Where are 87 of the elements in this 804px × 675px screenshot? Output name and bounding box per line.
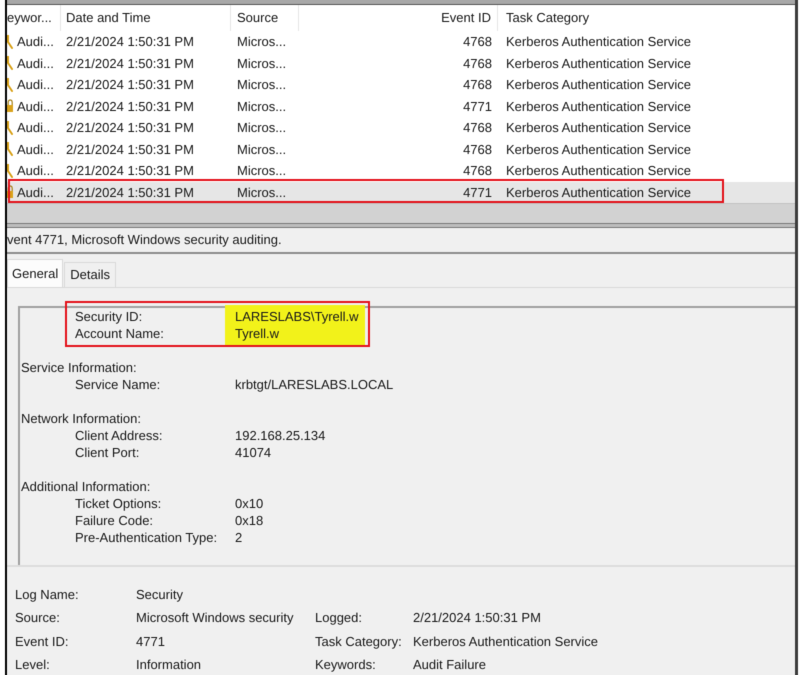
property-label: Event ID: [15,634,70,650]
key-icon [7,56,13,70]
tab[interactable]: Details [64,262,116,287]
property-value: Kerberos Authentication Service [413,634,599,650]
padlock-icon [7,99,13,114]
table-cell-text: 2/21/2024 1:50:31 PM [65,76,195,94]
event-title: vent 4771, Microsoft Windows security auditing. [7,231,282,250]
table-cell-text: Audi... [17,162,54,180]
field-label: Security ID: [75,308,144,325]
table-cell-text: Kerberos Authentication Service [505,98,692,116]
table-cell-text: Micros... [236,98,288,116]
table-cell-text: Kerberos Authentication Service [505,54,692,72]
table-cell-text: Kerberos Authentication Service [505,162,692,180]
property-value: Security [136,586,184,603]
table-cell-text: 2/21/2024 1:50:31 PM [65,33,195,51]
key-icon [7,78,13,92]
property-label: Keywords: [315,657,377,674]
property-value: Audit Failure [413,657,487,674]
field-value: 2 [234,529,244,546]
table-cell-text: 4768 [462,54,493,72]
table-cell-text: Audi... [17,140,54,158]
table-cell-text: Kerberos Authentication Service [505,76,692,94]
field-value: 41074 [234,444,272,461]
table-cell-text: Audi... [17,54,54,72]
property-value: Information [136,657,202,674]
key-icon [7,120,13,135]
property-label: Logged: [315,610,363,626]
property-label: Source: [15,610,61,626]
table-cell-text: 2/21/2024 1:50:31 PM [65,54,195,72]
property-value: 4771 [136,634,166,650]
table-cell-text: 4768 [462,140,493,158]
field-label: Service Name: [75,376,162,393]
field-value: LARESLABS\Tyrell.w [225,305,365,325]
key-icon [7,34,13,49]
table-row[interactable]: Audi... 2/21/2024 1:50:31 PM Micros... 4771 Kerberos Authentication Service [7,182,795,203]
property-value: Microsoft Windows security [136,610,294,626]
tab[interactable]: General [7,259,64,287]
table-cell-text: 4771 [462,184,493,202]
field-label: Failure Code: [75,512,154,529]
table-cell-text: 4768 [462,76,493,94]
field-value: krbtgt/LARESLABS.LOCAL [234,376,394,393]
property-value: 2/21/2024 1:50:31 PM [413,610,542,626]
table-cell-text: Micros... [236,162,288,180]
section-heading: Additional Information: [20,478,152,495]
table-cell-text: Audi... [17,98,54,116]
property-label: Level: [15,657,51,674]
table-cell-text: Audi... [17,184,54,202]
table-cell-text: Micros... [236,184,288,202]
table-cell-text: Audi... [17,119,54,137]
field-value: Tyrell.w [225,325,365,345]
table-cell-text: 4768 [462,119,493,137]
table-cell-text: Kerberos Authentication Service [505,33,692,51]
table-cell-text: 2/21/2024 1:50:31 PM [65,184,195,202]
padlock-icon [7,185,13,200]
table-cell-text: Audi... [17,76,54,94]
field-value: 192.168.25.134 [234,427,326,444]
field-label: Account Name: [75,325,165,342]
table-cell-text: Micros... [236,76,288,94]
table-cell-text: 2/21/2024 1:50:31 PM [65,162,195,180]
table-cell-text: 2/21/2024 1:50:31 PM [65,119,195,137]
section-heading: Network Information: [20,410,142,427]
table-cell-text: 4768 [462,162,493,180]
table-cell-text: 4771 [462,98,493,116]
table-cell-text: Micros... [236,140,288,158]
field-value: 0x18 [234,512,264,529]
section-heading: Service Information: [20,359,138,376]
table-cell-text: Micros... [236,33,288,51]
field-label: Ticket Options: [75,495,162,512]
table-cell-text: Kerberos Authentication Service [505,140,692,158]
scrollbar-track[interactable] [7,203,795,223]
key-icon [7,164,13,178]
field-label: Client Port: [75,444,140,461]
field-value: 0x10 [234,495,264,512]
key-icon [7,142,13,156]
column-header[interactable]: Task Category [498,5,795,31]
table-cell-text: 4768 [462,33,493,51]
field-label: Pre-Authentication Type: [75,529,218,546]
table-cell-text: Kerberos Authentication Service [505,184,692,202]
field-label: Client Address: [75,427,164,444]
table-cell-text: Micros... [236,119,288,137]
table-cell-text: Audi... [17,33,54,51]
property-label: Task Category: [315,634,403,650]
table-cell-text: Kerberos Authentication Service [505,119,692,137]
table-cell-text: 2/21/2024 1:50:31 PM [65,98,195,116]
table-cell-text: Micros... [236,54,288,72]
table-cell-text: 2/21/2024 1:50:31 PM [65,140,195,158]
property-label: Log Name: [15,586,80,603]
